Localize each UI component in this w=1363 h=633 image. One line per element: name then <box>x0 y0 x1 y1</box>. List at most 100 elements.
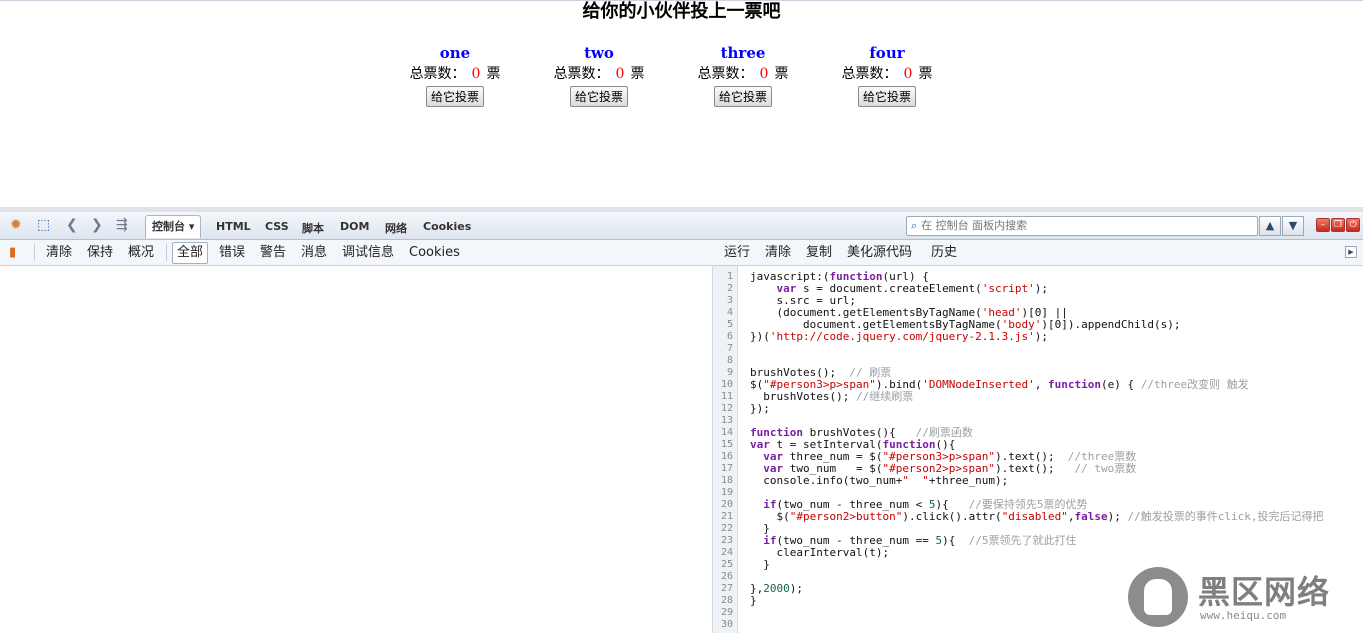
line-number: 30 <box>720 619 733 630</box>
line-number: 23 <box>720 535 733 546</box>
list-collapse-icon[interactable]: ⇶ <box>116 217 128 233</box>
firebug-main-toolbar: ✹ ⬚ ❮ ❯ ⇶ 控制台 ▾ HTML CSS 脚本 DOM 网络 Cooki… <box>0 212 1363 240</box>
profile-button[interactable]: 概况 <box>128 245 154 261</box>
pretty-print-button[interactable]: 美化源代码 <box>847 245 912 261</box>
console-options-icon[interactable]: ▮ <box>9 245 16 261</box>
person-name: two <box>584 44 614 62</box>
line-number: 25 <box>720 559 733 570</box>
tab-dropdown-icon: ▾ <box>188 220 195 233</box>
vote-unit: 票 <box>486 66 501 82</box>
line-number: 29 <box>720 607 733 618</box>
line-number: 22 <box>720 523 733 534</box>
vote-button-four[interactable]: 给它投票 <box>857 86 916 107</box>
history-button[interactable]: 历史 <box>931 245 957 261</box>
line-number: 27 <box>720 583 733 594</box>
tab-script[interactable]: 脚本 <box>302 220 324 236</box>
line-number: 21 <box>720 511 733 522</box>
filter-cookies[interactable]: Cookies <box>409 245 460 261</box>
search-next-button[interactable]: ▼ <box>1282 216 1304 236</box>
tab-console[interactable]: 控制台 ▾ <box>145 215 202 238</box>
firebug-bug-icon[interactable]: ✹ <box>10 217 22 233</box>
code-content[interactable]: javascript:(function(url) { var s = docu… <box>750 271 1324 607</box>
vote-button-three[interactable]: 给它投票 <box>713 86 772 107</box>
line-number: 20 <box>720 499 733 510</box>
filter-errors[interactable]: 错误 <box>219 245 245 261</box>
person-card-one: one 总票数： 0 票 给它投票 <box>395 43 515 107</box>
detach-icon[interactable]: ❐ <box>1331 218 1345 232</box>
line-number: 17 <box>720 463 733 474</box>
line-number: 18 <box>720 475 733 486</box>
tab-network[interactable]: 网络 <box>385 220 407 236</box>
person-name: four <box>869 44 905 62</box>
line-number: 26 <box>720 571 733 582</box>
vote-count-row: 总票数： 0 票 <box>539 63 659 85</box>
persist-button[interactable]: 保持 <box>87 245 113 261</box>
console-search-input[interactable]: ⌕ 在 控制台 面板内搜索 <box>906 216 1258 236</box>
line-number: 5 <box>726 319 733 330</box>
line-number: 6 <box>726 331 733 342</box>
console-toolbar: ▮ 清除 保持 概况 全部 错误 警告 消息 调试信息 Cookies 运行 清… <box>0 240 1363 266</box>
page-title: 给你的小伙伴投上一票吧 <box>582 1 781 22</box>
inspect-element-icon[interactable]: ⬚ <box>37 217 50 233</box>
line-number: 8 <box>726 355 733 366</box>
search-icon: ⌕ <box>911 219 918 232</box>
site-watermark: 黑区网络 www.heiqu.com <box>1128 565 1358 629</box>
separator <box>34 244 35 261</box>
web-page: 给你的小伙伴投上一票吧 one 总票数： 0 票 给它投票 two 总票数： 0 票 给… <box>0 0 1363 207</box>
editor-clear-button[interactable]: 清除 <box>765 245 791 261</box>
tab-dom[interactable]: DOM <box>340 220 369 233</box>
console-output-area[interactable] <box>0 266 712 633</box>
vote-count-label: 总票数： <box>409 66 466 82</box>
line-number: 7 <box>726 343 733 354</box>
vote-count-row: 总票数： 0 票 <box>395 63 515 85</box>
expand-arrow-icon[interactable]: ▶ <box>1345 246 1357 258</box>
vote-unit: 票 <box>774 66 789 82</box>
line-number: 16 <box>720 451 733 462</box>
vote-button-two[interactable]: 给它投票 <box>569 86 628 107</box>
watermark-title: 黑区网络 <box>1198 573 1331 611</box>
line-number: 4 <box>726 307 733 318</box>
vote-count-value: 0 <box>471 66 481 82</box>
vote-unit: 票 <box>630 66 645 82</box>
tab-html[interactable]: HTML <box>216 220 251 233</box>
run-button[interactable]: 运行 <box>724 245 750 261</box>
copy-button[interactable]: 复制 <box>806 245 832 261</box>
forward-arrow-icon[interactable]: ❯ <box>91 217 103 233</box>
tab-cookies[interactable]: Cookies <box>423 220 471 233</box>
vote-count-label: 总票数： <box>697 66 754 82</box>
line-number-gutter: 1 2 3 4 5 6 7 8 9 10 11 12 13 14 15 16 17 18 19 20 21 22 23 24 2… <box>713 266 738 633</box>
vote-count-value: 0 <box>615 66 625 82</box>
vote-count-value: 0 <box>903 66 913 82</box>
person-name: one <box>439 44 471 62</box>
line-number: 24 <box>720 547 733 558</box>
tab-css[interactable]: CSS <box>265 220 289 233</box>
line-number: 10 <box>720 379 733 390</box>
clear-button[interactable]: 清除 <box>46 245 72 261</box>
close-icon[interactable]: ⏻ <box>1346 218 1360 232</box>
vote-count-value: 0 <box>759 66 769 82</box>
minimize-icon[interactable]: – <box>1316 218 1330 232</box>
watermark-logo-icon <box>1128 567 1188 627</box>
filter-all[interactable]: 全部 <box>172 242 209 264</box>
filter-warnings[interactable]: 警告 <box>260 245 286 261</box>
tab-console-label: 控制台 <box>152 220 185 233</box>
vote-count-label: 总票数： <box>841 66 898 82</box>
vote-button-one[interactable]: 给它投票 <box>425 86 484 107</box>
line-number: 3 <box>726 295 733 306</box>
line-number: 12 <box>720 403 733 414</box>
line-number: 13 <box>720 415 733 426</box>
line-number: 11 <box>720 391 733 402</box>
separator <box>166 244 167 261</box>
person-card-three: three 总票数： 0 票 给它投票 <box>683 43 803 107</box>
vote-count-label: 总票数： <box>553 66 610 82</box>
vote-count-row: 总票数： 0 票 <box>827 63 947 85</box>
vote-count-row: 总票数： 0 票 <box>683 63 803 85</box>
filter-debug[interactable]: 调试信息 <box>342 245 394 261</box>
filter-info[interactable]: 消息 <box>301 245 327 261</box>
line-number: 14 <box>720 427 733 438</box>
vote-unit: 票 <box>918 66 933 82</box>
search-placeholder: 在 控制台 面板内搜索 <box>921 219 1028 232</box>
back-arrow-icon[interactable]: ❮ <box>66 217 78 233</box>
person-name: three <box>720 44 766 62</box>
search-prev-button[interactable]: ▲ <box>1259 216 1281 236</box>
